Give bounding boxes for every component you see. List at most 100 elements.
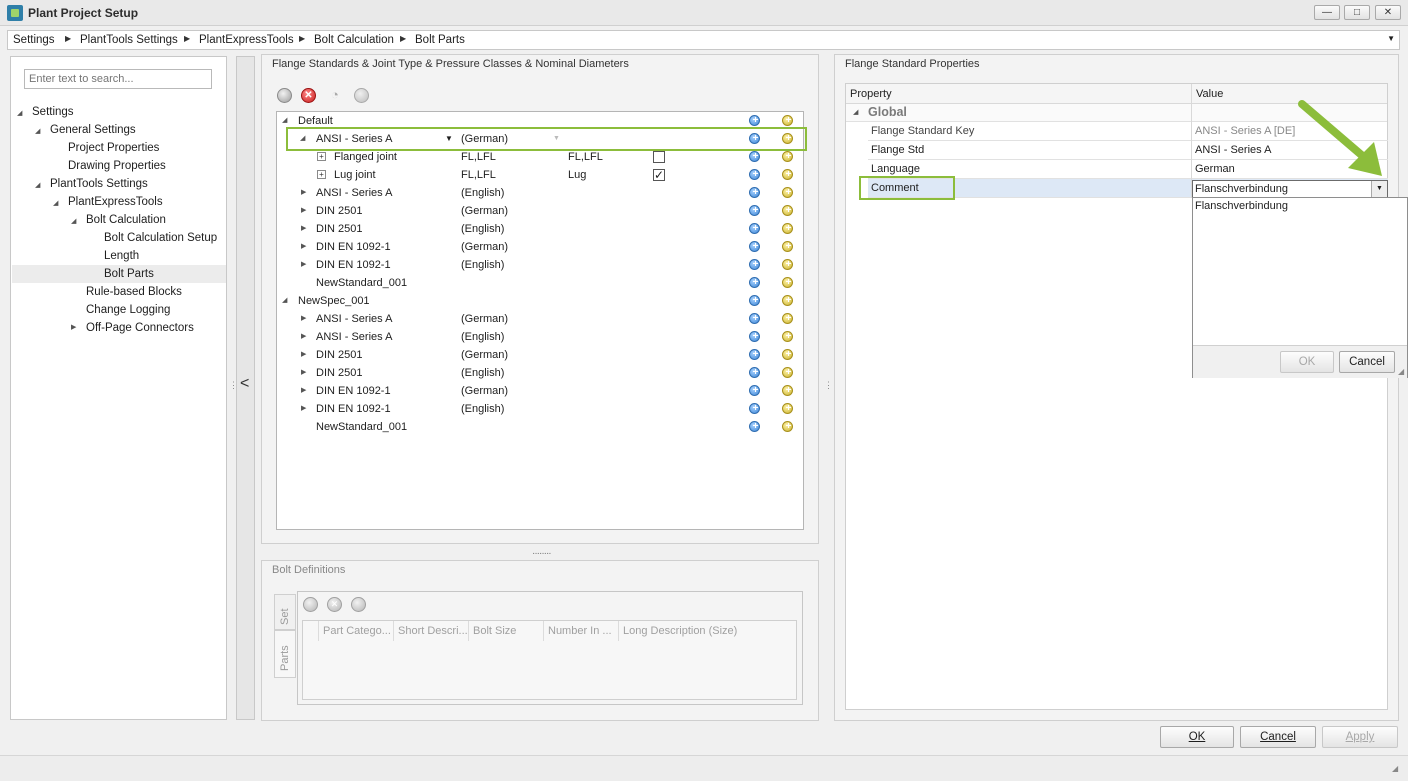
- expand-icon[interactable]: ▶: [301, 400, 306, 418]
- add-yellow-icon[interactable]: [782, 184, 793, 202]
- add-yellow-icon[interactable]: [782, 274, 793, 292]
- tree-row[interactable]: ▶ ANSI - Series A (English): [277, 328, 803, 346]
- breadcrumb[interactable]: Settings ▶ PlantTools Settings ▶ PlantEx…: [7, 30, 1400, 50]
- add-blue-icon[interactable]: [749, 364, 760, 382]
- popup-ok-button[interactable]: OK: [1280, 351, 1334, 373]
- add-blue-icon[interactable]: [749, 202, 760, 220]
- nav-item-off-page-connectors[interactable]: Off-Page Connectors: [86, 319, 194, 337]
- breadcrumb-settings[interactable]: Settings: [13, 34, 55, 46]
- expand-icon[interactable]: ▶: [301, 382, 306, 400]
- expand-icon[interactable]: ▶: [301, 364, 306, 382]
- column-header[interactable]: Part Catego...: [319, 621, 394, 641]
- delete-icon[interactable]: ✕: [301, 88, 316, 103]
- tree-row[interactable]: ▶ DIN EN 1092-1 (German): [277, 382, 803, 400]
- breadcrumb-plantexpresstools[interactable]: PlantExpressTools: [199, 34, 294, 46]
- horizontal-splitter-grip[interactable]: ········: [532, 548, 552, 559]
- collapse-icon[interactable]: ◢: [282, 292, 287, 310]
- expand-icon[interactable]: ▶: [301, 202, 306, 220]
- tree-row[interactable]: ▶ ANSI - Series A (German): [277, 310, 803, 328]
- nav-item-bolt-parts[interactable]: Bolt Parts: [104, 265, 154, 283]
- tree-row[interactable]: ◢ NewSpec_001: [277, 292, 803, 310]
- expand-icon[interactable]: ▶: [301, 346, 306, 364]
- tree-row[interactable]: ▶ DIN 2501 (English): [277, 220, 803, 238]
- add-blue-icon[interactable]: [749, 220, 760, 238]
- add-blue-icon[interactable]: [749, 148, 760, 166]
- breadcrumb-planttools-settings[interactable]: PlantTools Settings: [80, 34, 178, 46]
- nav-item-plantexpresstools[interactable]: PlantExpressTools: [68, 193, 163, 211]
- tree-row[interactable]: ▶ DIN EN 1092-1 (English): [277, 256, 803, 274]
- checkbox[interactable]: [653, 151, 665, 163]
- column-header[interactable]: Bolt Size: [469, 621, 544, 641]
- refresh-icon[interactable]: [354, 88, 369, 103]
- add-blue-icon[interactable]: [749, 238, 760, 256]
- nav-item-bolt-calculation[interactable]: Bolt Calculation: [86, 211, 166, 229]
- add-yellow-icon[interactable]: [782, 166, 793, 184]
- resize-grip-icon[interactable]: ◢: [1398, 367, 1404, 376]
- memo-popup[interactable]: Flanschverbindung OK Cancel ◢: [1192, 197, 1408, 378]
- resize-grip-icon[interactable]: ◢: [1392, 764, 1398, 773]
- nav-item-project-properties[interactable]: Project Properties: [68, 139, 159, 157]
- bolt-parts-grid[interactable]: Part Catego... Short Descri... Bolt Size…: [302, 620, 797, 700]
- add-yellow-icon[interactable]: [782, 292, 793, 310]
- column-header[interactable]: Number In ...: [544, 621, 619, 641]
- expand-plus-icon[interactable]: +: [317, 170, 326, 179]
- add-blue-icon[interactable]: [749, 400, 760, 418]
- expand-icon[interactable]: ▶: [301, 256, 306, 274]
- tree-row[interactable]: NewStandard_001: [277, 418, 803, 436]
- nav-item-change-logging[interactable]: Change Logging: [86, 301, 170, 319]
- breadcrumb-dropdown-icon[interactable]: ▼: [1387, 34, 1395, 43]
- breadcrumb-bolt-parts[interactable]: Bolt Parts: [415, 34, 465, 46]
- tree-row[interactable]: ▶ DIN EN 1092-1 (German): [277, 238, 803, 256]
- add-yellow-icon[interactable]: [782, 364, 793, 382]
- refresh-icon[interactable]: [351, 597, 366, 612]
- flange-standards-tree[interactable]: ◢ Default ◢ ANSI - Series A ▼ (German) ▼…: [276, 111, 804, 530]
- ok-button[interactable]: OK: [1160, 726, 1234, 748]
- breadcrumb-bolt-calculation[interactable]: Bolt Calculation: [314, 34, 394, 46]
- collapse-icon[interactable]: ◢: [17, 109, 22, 117]
- add-yellow-icon[interactable]: [782, 400, 793, 418]
- chevron-left-icon[interactable]: <: [240, 375, 249, 393]
- add-blue-icon[interactable]: [749, 274, 760, 292]
- add-yellow-icon[interactable]: [782, 220, 793, 238]
- add-yellow-icon[interactable]: [782, 310, 793, 328]
- property-column-header[interactable]: Property: [846, 84, 1192, 104]
- minimize-button[interactable]: —: [1314, 5, 1340, 20]
- apply-button[interactable]: Apply: [1322, 726, 1398, 748]
- collapse-sidebar-strip[interactable]: <: [236, 56, 255, 720]
- nav-item-rule-based-blocks[interactable]: Rule-based Blocks: [86, 283, 182, 301]
- nav-item-drawing-properties[interactable]: Drawing Properties: [68, 157, 166, 175]
- tree-row[interactable]: ▶ DIN 2501 (English): [277, 364, 803, 382]
- add-yellow-icon[interactable]: [782, 346, 793, 364]
- splitter-grip[interactable]: ⋮: [824, 380, 833, 391]
- nav-item-length[interactable]: Length: [104, 247, 139, 265]
- popup-memo-text[interactable]: Flanschverbindung: [1195, 200, 1288, 212]
- dropdown-arrow-icon[interactable]: ▼: [1371, 181, 1387, 197]
- expand-icon[interactable]: ▶: [301, 328, 306, 346]
- collapse-icon[interactable]: ◢: [35, 181, 40, 189]
- collapse-icon[interactable]: ◢: [53, 199, 58, 207]
- comment-value-editor[interactable]: Flanschverbindung ▼: [1192, 180, 1388, 198]
- add-blue-icon[interactable]: [749, 346, 760, 364]
- add-yellow-icon[interactable]: [782, 256, 793, 274]
- add-yellow-icon[interactable]: [782, 238, 793, 256]
- column-header[interactable]: Long Description (Size): [619, 621, 796, 641]
- nav-item-settings[interactable]: Settings: [32, 103, 74, 121]
- add-blue-icon[interactable]: [749, 328, 760, 346]
- add-blue-icon[interactable]: [749, 310, 760, 328]
- add-yellow-icon[interactable]: [782, 202, 793, 220]
- add-yellow-icon[interactable]: [782, 418, 793, 436]
- tree-row[interactable]: ▶ DIN EN 1092-1 (English): [277, 400, 803, 418]
- tree-row[interactable]: NewStandard_001: [277, 274, 803, 292]
- add-blue-icon[interactable]: [749, 166, 760, 184]
- column-header[interactable]: Short Descri...: [394, 621, 469, 641]
- collapse-icon[interactable]: ◢: [71, 217, 76, 225]
- collapse-icon[interactable]: ◢: [35, 127, 40, 135]
- hide-icon[interactable]: ◔: [331, 88, 346, 103]
- add-yellow-icon[interactable]: [782, 112, 793, 130]
- add-blue-icon[interactable]: [749, 256, 760, 274]
- tree-row[interactable]: ▶ DIN 2501 (German): [277, 346, 803, 364]
- expand-icon[interactable]: ▶: [301, 238, 306, 256]
- tree-row[interactable]: ▶ ANSI - Series A (English): [277, 184, 803, 202]
- cancel-button[interactable]: Cancel: [1240, 726, 1316, 748]
- search-input[interactable]: [24, 69, 212, 89]
